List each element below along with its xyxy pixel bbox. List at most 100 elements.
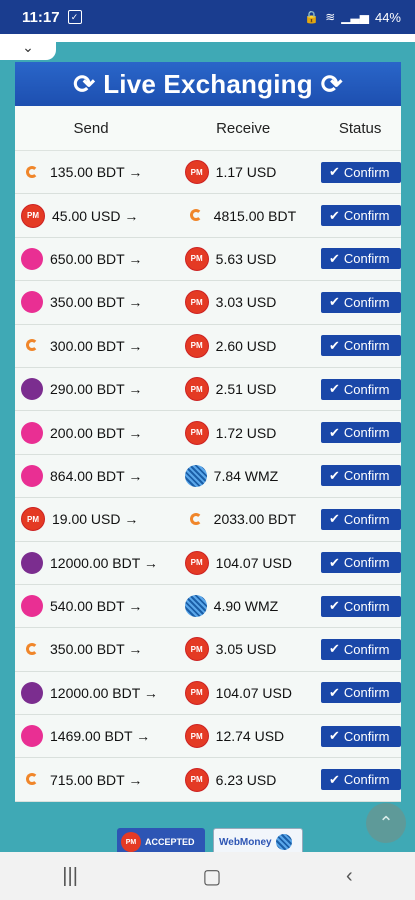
perfect-money-icon: PM — [184, 550, 209, 575]
receive-amount: 3.03 USD — [215, 294, 277, 311]
back-button[interactable]: ‹ — [346, 865, 353, 888]
send-cell: 650.00 BDT → — [15, 247, 183, 270]
send-amount: 200.00 BDT → — [50, 424, 143, 441]
signal-icon: ▁▃▅ — [341, 10, 369, 24]
perfect-money-icon: PM — [184, 680, 209, 705]
send-amount: 864.00 BDT → — [50, 467, 143, 484]
nagad-icon — [21, 161, 43, 183]
status-cell: ✔ Confirm — [321, 378, 401, 400]
wm-badge-label: WebMoney — [219, 836, 272, 848]
webmoney-icon — [184, 464, 207, 487]
perfect-money-icon: PM — [21, 507, 45, 532]
send-amount: 715.00 BDT → — [50, 771, 143, 788]
nagad-icon — [21, 335, 43, 357]
table-row: 540.00 BDT → 4.90 WMZ ✔ Confirm — [15, 585, 401, 629]
confirm-status-badge[interactable]: ✔ Confirm — [321, 725, 401, 747]
wifi-icon: ≋ — [325, 10, 336, 24]
send-cell: 864.00 BDT → — [15, 464, 183, 487]
table-row: 135.00 BDT → PM 1.17 USD ✔ Confirm — [15, 151, 401, 195]
send-amount: 12000.00 BDT → — [50, 684, 158, 701]
sync-icon: ⟳ — [73, 68, 96, 99]
receive-amount: 12.74 USD — [215, 728, 285, 745]
receive-amount: 2.51 USD — [215, 381, 277, 398]
receive-amount: 2.60 USD — [215, 337, 277, 354]
confirm-status-badge[interactable]: ✔ Confirm — [321, 552, 401, 574]
status-cell: ✔ Confirm — [321, 422, 401, 444]
collapse-toggle[interactable]: ⌄ — [0, 34, 56, 60]
send-amount: 650.00 BDT → — [50, 250, 143, 267]
rocket-icon — [21, 378, 43, 401]
table-row: 290.00 BDT → PM 2.51 USD ✔ Confirm — [15, 368, 401, 412]
confirm-label: Confirm — [343, 381, 390, 397]
perfect-money-icon: PM — [184, 160, 209, 185]
receive-amount: 6.23 USD — [215, 771, 277, 788]
confirm-status-badge[interactable]: ✔ Confirm — [321, 422, 401, 444]
check-icon: ✔ — [329, 728, 340, 744]
bkash-icon — [21, 247, 43, 270]
send-amount: 350.00 BDT → — [50, 641, 143, 658]
notification-icon: ✓ — [67, 10, 82, 24]
confirm-label: Confirm — [343, 511, 390, 527]
payment-logos: PM ACCEPTED WebMoney — [0, 802, 415, 856]
lock-icon: 🔒 — [304, 10, 320, 24]
nagad-icon — [185, 205, 207, 227]
confirm-status-badge[interactable]: ✔ Confirm — [321, 335, 401, 357]
receive-amount: 3.05 USD — [215, 641, 277, 658]
receive-cell: PM 3.05 USD — [183, 637, 321, 662]
recent-apps-button[interactable]: ||| — [62, 865, 78, 888]
confirm-label: Confirm — [343, 251, 390, 267]
perfect-money-icon: PM — [121, 832, 141, 852]
send-cell: 12000.00 BDT → — [15, 551, 183, 574]
android-nav-bar: ||| ▢ ‹ — [0, 852, 415, 900]
confirm-label: Confirm — [343, 641, 390, 657]
table-row: 12000.00 BDT → PM 104.07 USD ✔ Confirm — [15, 542, 401, 585]
confirm-status-badge[interactable]: ✔ Confirm — [321, 508, 401, 530]
receive-amount: 2033.00 BDT — [213, 511, 297, 528]
chevron-down-icon: ⌄ — [22, 38, 34, 55]
nagad-icon — [185, 508, 207, 530]
scroll-to-top-button[interactable]: ⌃ — [366, 803, 406, 843]
table-row: 12000.00 BDT → PM 104.07 USD ✔ Confirm — [15, 672, 401, 716]
confirm-status-badge[interactable]: ✔ Confirm — [321, 595, 401, 617]
home-button[interactable]: ▢ — [203, 864, 222, 889]
confirm-status-badge[interactable]: ✔ Confirm — [321, 205, 401, 227]
confirm-status-badge[interactable]: ✔ Confirm — [321, 769, 401, 791]
status-cell: ✔ Confirm — [321, 248, 401, 270]
confirm-status-badge[interactable]: ✔ Confirm — [321, 465, 401, 487]
table-row: 350.00 BDT → PM 3.05 USD ✔ Confirm — [15, 628, 401, 672]
status-cell: ✔ Confirm — [321, 161, 401, 183]
confirm-status-badge[interactable]: ✔ Confirm — [321, 638, 401, 660]
sync-icon: ⟳ — [320, 68, 343, 99]
receive-amount: 1.17 USD — [215, 164, 277, 181]
confirm-label: Confirm — [343, 598, 390, 614]
webmoney-icon — [184, 595, 207, 618]
receive-cell: 4.90 WMZ — [183, 595, 321, 618]
confirm-status-badge[interactable]: ✔ Confirm — [321, 248, 401, 270]
table-row: 350.00 BDT → PM 3.03 USD ✔ Confirm — [15, 281, 401, 325]
header-strip — [56, 34, 415, 42]
send-amount: 290.00 BDT → — [50, 381, 143, 398]
receive-cell: PM 104.07 USD — [183, 680, 321, 705]
send-cell: PM 45.00 USD → — [15, 203, 183, 228]
check-icon: ✔ — [329, 684, 340, 700]
bkash-icon — [21, 464, 43, 487]
live-exchange-card: ⟳ Live Exchanging ⟳ Send Receive Status … — [15, 62, 401, 802]
send-cell: 290.00 BDT → — [15, 378, 183, 401]
confirm-status-badge[interactable]: ✔ Confirm — [321, 378, 401, 400]
receive-cell: PM 2.60 USD — [183, 333, 321, 358]
nagad-icon — [21, 638, 43, 660]
send-amount: 135.00 BDT → — [50, 164, 143, 181]
header-receive: Receive — [216, 119, 271, 137]
check-icon: ✔ — [329, 424, 340, 440]
confirm-status-badge[interactable]: ✔ Confirm — [321, 161, 401, 183]
rocket-icon — [21, 681, 43, 704]
header-send: Send — [73, 119, 109, 137]
battery-level: 44% — [374, 9, 401, 25]
bkash-icon — [21, 291, 43, 314]
check-icon: ✔ — [329, 771, 340, 787]
confirm-status-badge[interactable]: ✔ Confirm — [321, 291, 401, 313]
receive-amount: 1.72 USD — [215, 424, 277, 441]
send-amount: 45.00 USD → — [52, 207, 139, 224]
confirm-status-badge[interactable]: ✔ Confirm — [321, 682, 401, 704]
perfect-money-icon: PM — [21, 203, 45, 228]
